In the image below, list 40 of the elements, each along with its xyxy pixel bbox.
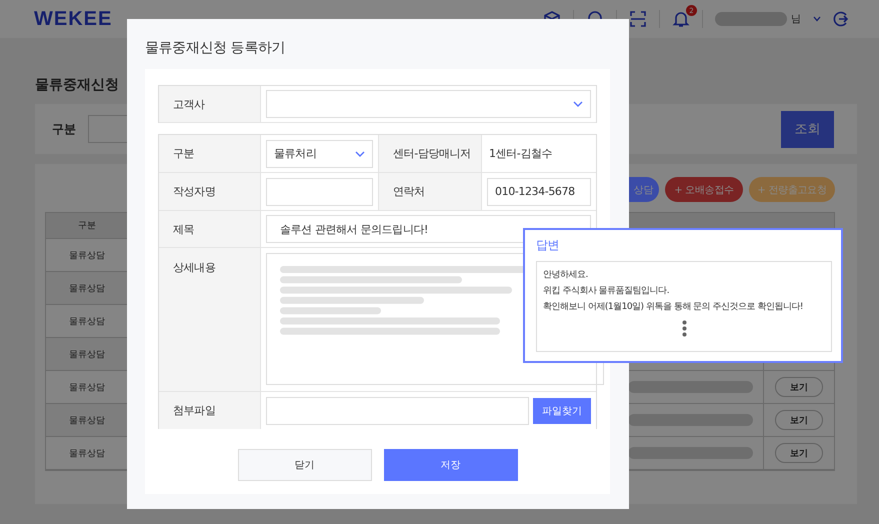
modal-title: 물류중재신청 등록하기	[145, 39, 286, 57]
contact-input[interactable]: 010-1234-5678	[487, 178, 591, 206]
view-button[interactable]: 보기	[775, 410, 823, 430]
field-label: 고객사	[159, 86, 261, 122]
answer-text: 안녕하세요.	[543, 269, 588, 282]
search-button[interactable]: 조회	[781, 110, 834, 148]
user-suffix: 님	[791, 13, 801, 26]
save-button[interactable]: 저장	[384, 449, 518, 481]
field-label: 제목	[159, 211, 261, 247]
chevron-down-icon	[355, 150, 365, 156]
answer-text: 확인해보니 어제(1월10일) 위톡을 통해 문의 주신것으로 확인됩니다!	[543, 301, 803, 314]
table-cell: 물류상담	[46, 338, 129, 370]
page-title: 물류중재신청	[35, 76, 120, 94]
field-label: 첨부파일	[159, 392, 261, 429]
chevron-down-icon	[573, 101, 583, 107]
filter-label: 구분	[52, 120, 76, 138]
logout-icon[interactable]	[833, 11, 849, 27]
view-button[interactable]: 보기	[775, 443, 823, 463]
bell-icon[interactable]	[672, 10, 690, 28]
field-label: 상세내용	[159, 248, 261, 391]
field-label: 연락처	[378, 173, 482, 210]
close-button[interactable]: 닫기	[238, 449, 372, 481]
more-dots-icon[interactable]	[682, 320, 686, 337]
attachment-input[interactable]	[266, 396, 529, 424]
answer-text: 위킵 주식회사 물류품질팀입니다.	[543, 285, 670, 298]
logo[interactable]: WEKEE	[34, 8, 112, 30]
scan-icon[interactable]	[629, 10, 647, 28]
field-label: 작성자명	[159, 173, 261, 210]
action-button[interactable]: + 오배송접수	[665, 177, 743, 202]
view-button[interactable]: 보기	[775, 377, 823, 397]
chevron-down-icon[interactable]	[813, 16, 821, 22]
manager-value: 1센터-김철수	[488, 146, 552, 161]
blurred-user-name	[715, 12, 787, 26]
field-label: 구분	[159, 135, 261, 172]
table-cell: 물류상담	[46, 272, 129, 304]
author-input[interactable]	[266, 178, 373, 206]
field-label: 센터-담당매니저	[378, 135, 482, 172]
file-browse-button[interactable]: 파일찾기	[533, 398, 591, 424]
table-cell: 물류상담	[46, 404, 129, 436]
category-select[interactable]: 물류처리	[266, 140, 373, 168]
